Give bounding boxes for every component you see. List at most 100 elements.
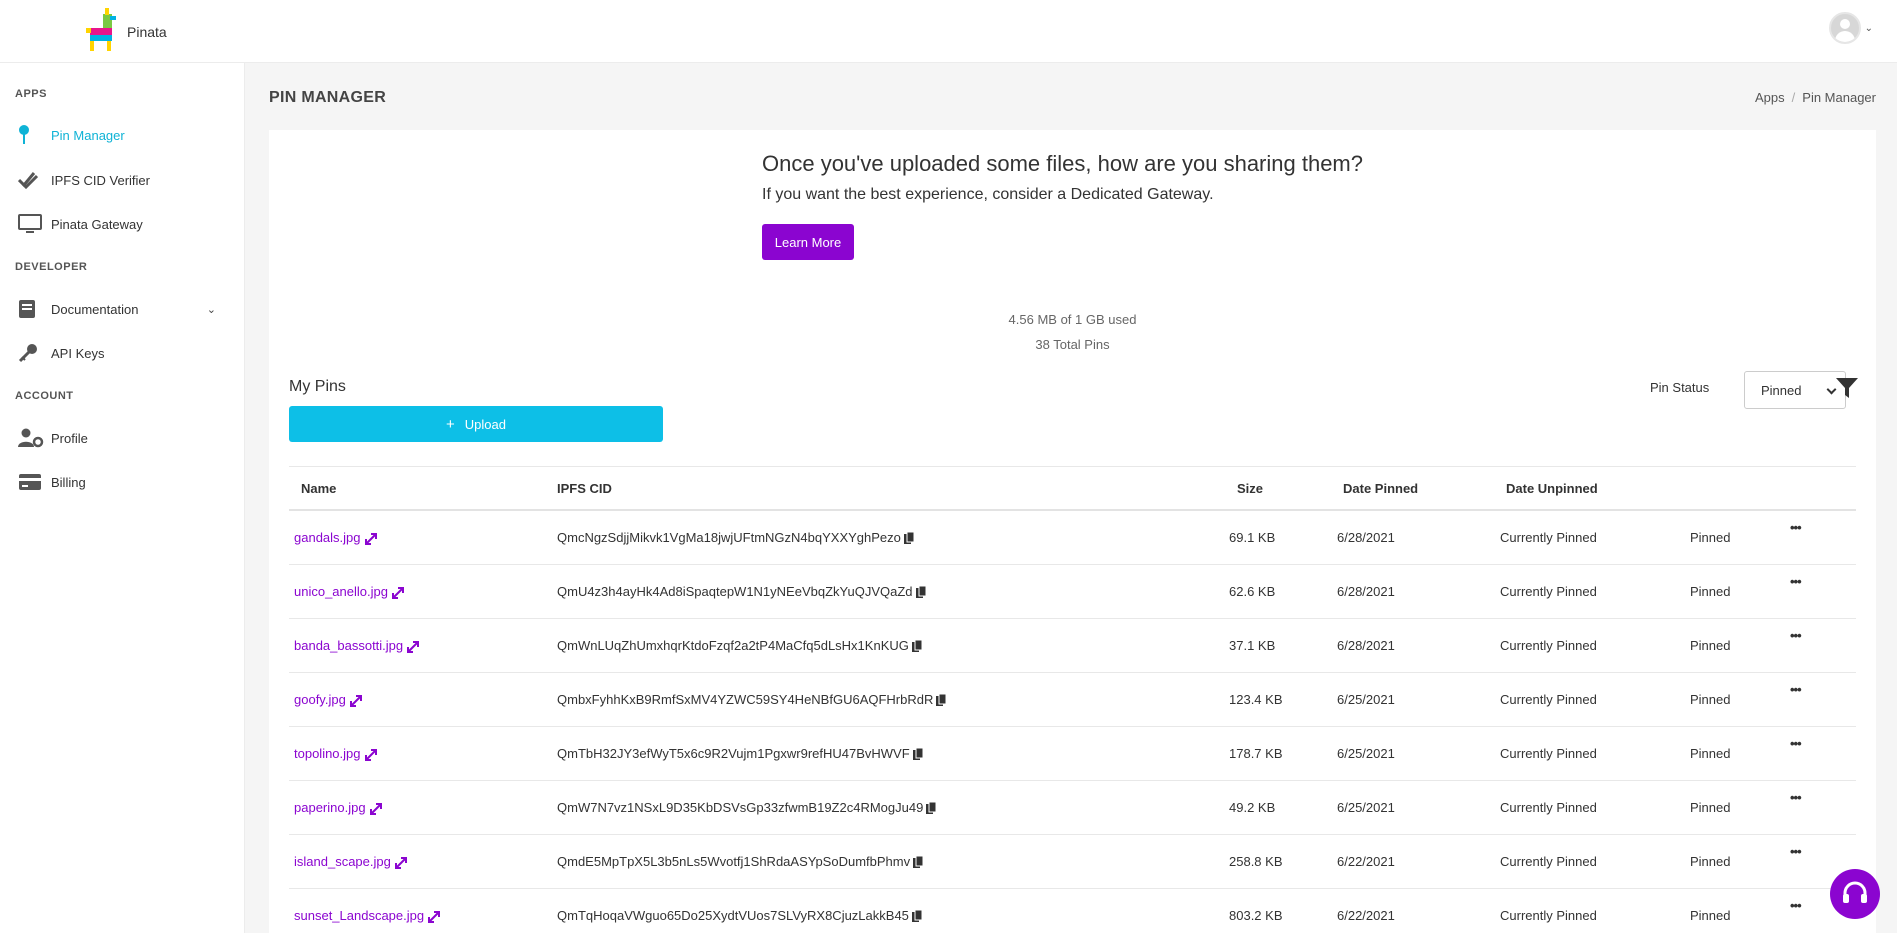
column-header-date-unpinned[interactable]: Date Unpinned [1506,481,1598,496]
sidebar-item-label: Documentation [51,301,139,317]
pin-name-link[interactable]: goofy.jpg [294,692,346,707]
copy-icon[interactable] [911,639,923,653]
sidebar-item-label: Pinata Gateway [51,216,143,232]
pin-name-cell[interactable]: unico_anello.jpg [294,584,404,599]
double-check-icon [18,169,44,191]
headset-icon [1843,881,1867,903]
more-options-icon[interactable]: ••• [1790,574,1802,589]
copy-icon[interactable] [913,855,924,869]
pin-date-unpinned: Currently Pinned [1500,530,1597,545]
pin-status: Pinned [1690,584,1731,599]
more-options-icon[interactable]: ••• [1790,844,1802,859]
pin-cid: QmWnLUqZhUmxhqrKtdoFzqf2a2tP4MaCfq5dLsHx… [557,638,909,653]
sidebar-section-developer: DEVELOPER [15,261,88,273]
app-name: Pinata [127,24,167,40]
table-body: gandals.jpg QmcNgzSdjjMikvk1VgMa18jwjUFtm… [289,511,1856,933]
expand-icon[interactable] [394,856,407,869]
app-logo[interactable]: Pinata [86,6,167,52]
pin-status-select[interactable]: Pinned [1744,371,1846,409]
promo-subtitle: If you want the best experience, conside… [762,186,1214,203]
storage-usage: 4.56 MB of 1 GB used [1008,312,1137,327]
upload-button[interactable]: + Upload [289,406,663,442]
plus-icon: + [446,415,455,433]
pin-size: 69.1 KB [1229,530,1276,545]
column-header-date-pinned[interactable]: Date Pinned [1343,481,1418,496]
pin-cid: QmTbH32JY3efWyT5x6c9R2Vujm1Pgxwr9refHU47… [557,746,910,761]
pin-date-pinned: 6/22/2021 [1337,908,1395,923]
copy-icon[interactable] [903,531,915,545]
copy-icon[interactable] [912,747,924,761]
more-options-icon[interactable]: ••• [1790,520,1802,535]
copy-icon[interactable] [911,909,923,923]
avatar[interactable] [1828,12,1861,44]
sidebar-section-account: ACCOUNT [15,390,74,402]
pin-size: 49.2 KB [1229,800,1276,815]
sidebar-item-billing[interactable]: Billing [0,464,244,500]
table-header: Name IPFS CID Size Date Pinned Date Unpi… [289,466,1856,511]
breadcrumb-apps[interactable]: Apps [1755,90,1785,105]
pin-status-value: Pinned [1761,382,1802,398]
pin-name-link[interactable]: island_scape.jpg [294,854,391,869]
column-header-cid[interactable]: IPFS CID [557,481,612,496]
pin-name-cell[interactable]: banda_bassotti.jpg [294,638,420,653]
pin-name-cell[interactable]: island_scape.jpg [294,854,407,869]
expand-icon[interactable] [407,640,420,653]
pin-name-link[interactable]: paperino.jpg [294,800,366,815]
more-options-icon[interactable]: ••• [1790,736,1802,751]
user-menu[interactable]: ⌄ [1828,12,1873,44]
column-header-size[interactable]: Size [1237,481,1263,496]
more-options-icon[interactable]: ••• [1790,682,1802,697]
table-row: topolino.jpg QmTbH32JY3efWyT5x6c9R2Vujm1P… [289,727,1856,781]
pin-date-pinned: 6/28/2021 [1337,584,1395,599]
more-options-icon[interactable]: ••• [1790,628,1802,643]
pin-icon [18,124,44,146]
sidebar-item-pinata-gateway[interactable]: Pinata Gateway [0,206,244,242]
sidebar-item-api-keys[interactable]: API Keys [0,335,244,371]
pin-name-cell[interactable]: goofy.jpg [294,692,362,707]
filter-icon[interactable] [1835,376,1859,400]
pin-status: Pinned [1690,638,1731,653]
pin-cid-cell: QmbxFyhhKxB9RmfSxMV4YZWC59SY4HeNBfGU6AQF… [557,692,947,707]
pin-name-cell[interactable]: paperino.jpg [294,800,382,815]
sidebar-item-profile[interactable]: Profile [0,420,244,456]
pin-date-unpinned: Currently Pinned [1500,692,1597,707]
table-row: unico_anello.jpg QmU4z3h4ayHk4Ad8iSpaqtep… [289,565,1856,619]
sidebar-item-label: IPFS CID Verifier [51,172,150,188]
credit-card-icon [18,471,44,493]
table-row: banda_bassotti.jpg QmWnLUqZhUmxhqrKtdoFzq… [289,619,1856,673]
pin-name-link[interactable]: topolino.jpg [294,746,361,761]
copy-icon[interactable] [936,693,947,707]
pin-name-cell[interactable]: topolino.jpg [294,746,377,761]
sidebar-item-ipfs-cid-verifier[interactable]: IPFS CID Verifier [0,162,244,198]
expand-icon[interactable] [369,802,382,815]
expand-icon[interactable] [428,910,441,923]
pin-status: Pinned [1690,908,1731,923]
total-pins: 38 Total Pins [1035,337,1110,352]
copy-icon[interactable] [915,585,927,599]
pin-name-link[interactable]: gandals.jpg [294,530,361,545]
pin-name-cell[interactable]: sunset_Landscape.jpg [294,908,441,923]
pin-name-cell[interactable]: gandals.jpg [294,530,377,545]
table-row: goofy.jpg QmbxFyhhKxB9RmfSxMV4YZWC59SY4He… [289,673,1856,727]
pin-name-link[interactable]: sunset_Landscape.jpg [294,908,424,923]
chat-support-button[interactable] [1830,869,1880,919]
more-options-icon[interactable]: ••• [1790,790,1802,805]
expand-icon[interactable] [391,586,404,599]
column-header-name[interactable]: Name [301,481,336,496]
expand-icon[interactable] [364,748,377,761]
expand-icon[interactable] [364,532,377,545]
pin-manager-card: Once you've uploaded some files, how are… [269,130,1876,933]
sidebar: APPS Pin Manager IPFS CID Verifier Pinat… [0,63,245,933]
copy-icon[interactable] [926,801,937,815]
more-options-icon[interactable]: ••• [1790,898,1802,913]
pin-name-link[interactable]: banda_bassotti.jpg [294,638,403,653]
sidebar-section-apps: APPS [15,88,47,100]
sidebar-item-pin-manager[interactable]: Pin Manager [0,117,244,153]
chevron-down-icon: ⌄ [206,303,216,316]
upload-label: Upload [464,416,506,432]
pin-name-link[interactable]: unico_anello.jpg [294,584,388,599]
expand-icon[interactable] [349,694,362,707]
learn-more-button[interactable]: Learn More [762,224,854,260]
sidebar-item-documentation[interactable]: Documentation ⌄ [0,291,244,327]
user-cog-icon [18,427,44,449]
